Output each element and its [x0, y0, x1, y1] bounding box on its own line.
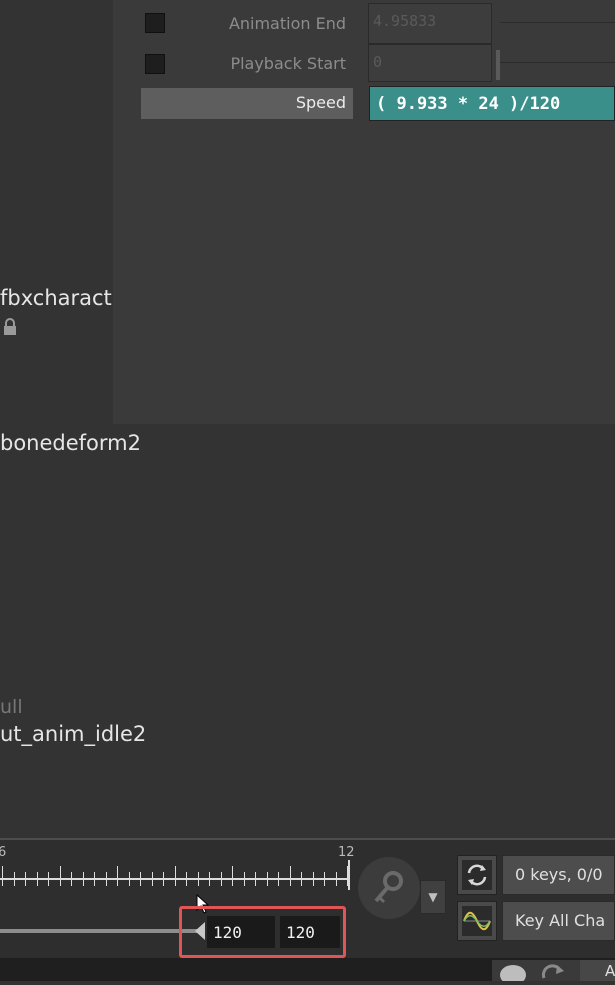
key-all-channels-button[interactable]: Key All Cha — [502, 901, 615, 941]
timeline-tick — [48, 872, 49, 886]
timeline-tick — [59, 866, 61, 886]
timeline-tick — [13, 872, 15, 886]
timeline-tick — [94, 872, 95, 886]
key-icon — [374, 871, 403, 904]
keys-count-button[interactable]: 0 keys, 0/0 — [502, 855, 615, 895]
bottom-button[interactable]: A — [580, 960, 615, 981]
sync-icon — [462, 860, 492, 890]
timeline-tick — [197, 872, 199, 886]
animation-end-label: Animation End — [228, 14, 346, 33]
timeline-tick — [232, 866, 233, 886]
timeline-tick — [151, 872, 153, 886]
timeline-tick — [209, 872, 210, 886]
timeline-tick — [278, 872, 279, 886]
timeline-tick — [243, 872, 245, 886]
timeline-tick — [105, 872, 107, 886]
curve-icon — [462, 906, 492, 936]
timeline-tick — [301, 872, 302, 886]
timeline-tick — [140, 872, 141, 886]
node-label-fbxcharacter[interactable]: fbxcharact — [0, 286, 112, 310]
timeline-tick — [186, 872, 187, 886]
timeline-tick — [25, 872, 26, 886]
node-label-bonedeform2[interactable]: bonedeform2 — [0, 431, 141, 455]
timeline-tick — [163, 872, 164, 886]
lock-icon — [2, 318, 18, 340]
dropdown-arrow-icon: ▼ — [428, 890, 438, 904]
timeline-tick — [128, 872, 130, 886]
brain-icon[interactable] — [498, 963, 528, 985]
timeline-tick — [174, 866, 176, 886]
channel-curve-button[interactable] — [457, 901, 497, 941]
highlight-box — [179, 906, 346, 958]
playback-start-field[interactable]: 0 — [368, 44, 492, 82]
timeline-tick — [335, 872, 337, 886]
timeline-end-marker — [348, 860, 350, 890]
timeline-tick — [266, 872, 268, 886]
frame-range-slider[interactable] — [0, 929, 200, 933]
timeline-tick — [324, 872, 325, 886]
key-button[interactable] — [358, 857, 420, 919]
timeline-tick — [255, 872, 256, 886]
node-label-anim-idle2[interactable]: ut_anim_idle2 — [0, 722, 146, 746]
animation-end-slider[interactable] — [500, 22, 615, 23]
speed-expression-field[interactable]: ( 9.933 * 24 )/120 — [369, 86, 615, 121]
playback-start-slider-handle[interactable] — [496, 50, 500, 80]
playback-start-slider[interactable] — [500, 62, 615, 63]
animation-end-field[interactable]: 4.95833 — [368, 3, 492, 44]
timeline-tick — [71, 872, 72, 886]
key-dropdown-button[interactable]: ▼ — [420, 880, 446, 914]
speed-label: Speed — [295, 93, 346, 112]
timeline-tick — [2, 866, 3, 886]
ruler-label-end: 12 — [338, 845, 355, 860]
playback-start-label: Playback Start — [230, 54, 346, 73]
timeline-tick — [312, 872, 314, 886]
timeline-tick — [289, 866, 291, 886]
timeline-tick — [117, 866, 118, 886]
timeline-tick — [82, 872, 84, 886]
node-label-null[interactable]: ull — [0, 696, 23, 718]
timeline-tick — [36, 872, 38, 886]
sync-button[interactable] — [457, 855, 497, 895]
timeline-tick — [220, 872, 222, 886]
ruler-label-start: 6 — [0, 845, 7, 860]
